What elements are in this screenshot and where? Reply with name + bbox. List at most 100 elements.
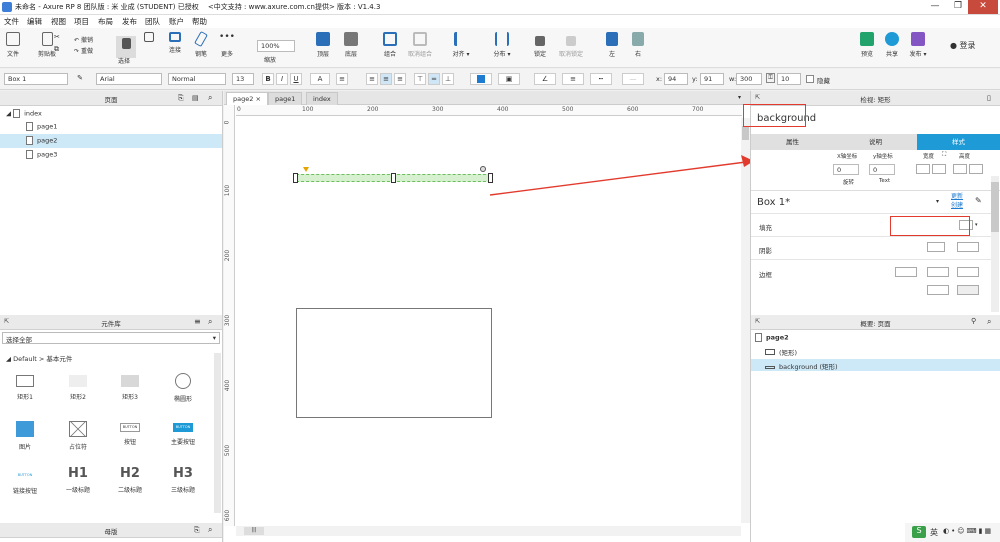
flip-vertical-icon[interactable]	[932, 164, 946, 174]
line-width-button[interactable]: ≡	[562, 73, 584, 85]
font-weight-select[interactable]: Normal	[168, 73, 226, 85]
tab-close-icon[interactable]: ×	[255, 95, 260, 103]
arrow-style-icon[interactable]	[957, 285, 979, 295]
underline-button[interactable]: U	[290, 73, 302, 85]
lib-rect2[interactable]: 矩形2	[58, 375, 98, 401]
corner-radius-handle-icon[interactable]	[303, 167, 309, 172]
align-text-center-button[interactable]: ≡	[380, 73, 392, 85]
tab-index[interactable]: index	[306, 92, 338, 105]
lib-h3[interactable]: H3 三级标题	[163, 466, 203, 494]
lib-h1[interactable]: H1 一级标题	[58, 466, 98, 494]
rotate-handle-icon[interactable]	[480, 166, 486, 172]
line-color-button[interactable]: ∠	[534, 73, 556, 85]
menu-help[interactable]: 帮助	[192, 16, 207, 27]
preview-button[interactable]: 预览	[857, 32, 877, 58]
tabs-dropdown-icon[interactable]: ▾	[738, 94, 741, 101]
resize-handle-middle[interactable]	[391, 173, 396, 183]
ime-language[interactable]: 英	[930, 527, 938, 538]
menu-publish[interactable]: 发布	[122, 16, 137, 27]
lib-rect3[interactable]: 矩形3	[110, 375, 150, 401]
lib-link-button[interactable]: BUTTON 链接按钮	[5, 469, 45, 495]
library-group-label[interactable]: ◢ Default > 基本元件	[6, 353, 72, 363]
x-field[interactable]: 94	[664, 73, 688, 85]
y-field[interactable]: 91	[700, 73, 724, 85]
text-rotation-field[interactable]: 0	[869, 164, 895, 175]
ime-logo-icon[interactable]: S	[912, 526, 926, 538]
pen-button[interactable]: 钢笔	[192, 30, 210, 58]
lib-ellipse[interactable]: 椭圆形	[163, 373, 203, 403]
lib-h2[interactable]: H2 二级标题	[110, 466, 150, 494]
library-search-icon[interactable]: ⌕	[208, 317, 212, 327]
filter-icon[interactable]: ⚲	[971, 317, 976, 325]
menu-project[interactable]: 项目	[74, 16, 89, 27]
font-family-select[interactable]: Arial	[96, 73, 162, 85]
stretch-v-icon[interactable]	[969, 164, 983, 174]
select-mode-button[interactable]	[116, 36, 136, 58]
menu-account[interactable]: 账户	[169, 16, 184, 27]
font-size-select[interactable]: 13	[232, 73, 254, 85]
tab-style[interactable]: 样式	[917, 134, 1000, 150]
login-button[interactable]: ● 登录	[950, 40, 976, 51]
outline-page-row[interactable]: page2	[755, 333, 789, 342]
shadow-button[interactable]: ▣	[498, 73, 520, 85]
ime-tool-icons[interactable]: ◐•☺⌨▮▦	[943, 527, 993, 535]
lib-button[interactable]: BUTTON 按钮	[110, 423, 150, 446]
outline-item-rect[interactable]: (矩形)	[765, 347, 797, 357]
border-pattern-icon[interactable]	[957, 267, 979, 277]
collapse-icon[interactable]: ◢	[6, 110, 11, 118]
minimize-button[interactable]: —	[925, 0, 945, 14]
add-master-icon[interactable]: ⎘	[194, 526, 200, 535]
resize-handle-left[interactable]	[293, 173, 298, 183]
bold-button[interactable]: B	[262, 73, 274, 85]
library-menu-icon[interactable]: ≡	[194, 317, 201, 326]
valign-bottom-button[interactable]: ⊥	[442, 73, 454, 85]
maximize-button[interactable]: ❐	[948, 0, 968, 14]
page-tree-item-page2[interactable]: page2	[0, 134, 222, 148]
connect-button[interactable]: 连接	[165, 32, 185, 54]
menu-team[interactable]: 团队	[145, 16, 160, 27]
menu-view[interactable]: 视图	[51, 16, 66, 27]
hidden-checkbox[interactable]	[806, 75, 814, 83]
style-dropdown-icon[interactable]: ▾	[936, 198, 939, 205]
widget-name-field[interactable]: Box 1	[4, 73, 68, 85]
lock-button[interactable]: 锁定	[532, 32, 548, 58]
fill-color-button[interactable]	[470, 73, 492, 85]
h-field[interactable]: 10	[777, 73, 801, 85]
crop-button[interactable]	[142, 32, 156, 45]
bring-top-button[interactable]: 顶层	[312, 32, 334, 58]
h-scroll-thumb[interactable]: |||	[244, 527, 264, 535]
menu-file[interactable]: 文件	[4, 16, 19, 27]
w-field[interactable]: 300	[736, 73, 762, 85]
left-button[interactable]: 左	[604, 32, 620, 58]
ungroup-button[interactable]: 取消组合	[403, 32, 437, 58]
style-update-link[interactable]: 更新	[951, 191, 963, 200]
align-button[interactable]: 对齐 ▾	[450, 32, 472, 58]
border-width-icon[interactable]	[895, 267, 917, 277]
send-bottom-button[interactable]: 底层	[340, 32, 362, 58]
lib-rect1[interactable]: 矩形1	[5, 375, 45, 401]
add-folder-icon[interactable]: ▤	[192, 94, 199, 102]
tab-page1[interactable]: page1	[268, 92, 303, 105]
border-visibility-icon[interactable]	[927, 285, 949, 295]
font-color-button[interactable]: A	[310, 73, 330, 85]
page-tree-root[interactable]: ◢ index	[6, 109, 42, 118]
flip-horizontal-icon[interactable]	[916, 164, 930, 174]
lib-placeholder[interactable]: 占位符	[58, 421, 98, 451]
scroll-thumb[interactable]	[991, 182, 999, 232]
undo-button[interactable]: ↶ 撤销	[74, 35, 93, 44]
style-format-icon[interactable]: ✎	[74, 73, 86, 85]
publish-button[interactable]: 发布 ▾	[907, 32, 929, 58]
search-icon[interactable]: ⌕	[208, 93, 212, 103]
page-tree-item-page3[interactable]: page3	[26, 150, 57, 159]
line-style-button[interactable]: ┅	[590, 73, 612, 85]
page-tree-item-page1[interactable]: page1	[26, 122, 57, 131]
lib-primary-button[interactable]: BUTTON 主要按钮	[163, 423, 203, 446]
distribute-button[interactable]: 分布 ▾	[490, 32, 514, 58]
outer-shadow-icon[interactable]	[927, 242, 945, 252]
inspector-page-icon[interactable]: ▯	[987, 94, 991, 102]
italic-button[interactable]: I	[276, 73, 288, 85]
copy-button[interactable]: ⧉	[54, 45, 59, 54]
outline-item-background[interactable]: background (矩形)	[751, 359, 1000, 371]
more-button[interactable]: ••• 更多	[217, 32, 237, 58]
zoom-select[interactable]: 100%	[257, 40, 295, 52]
